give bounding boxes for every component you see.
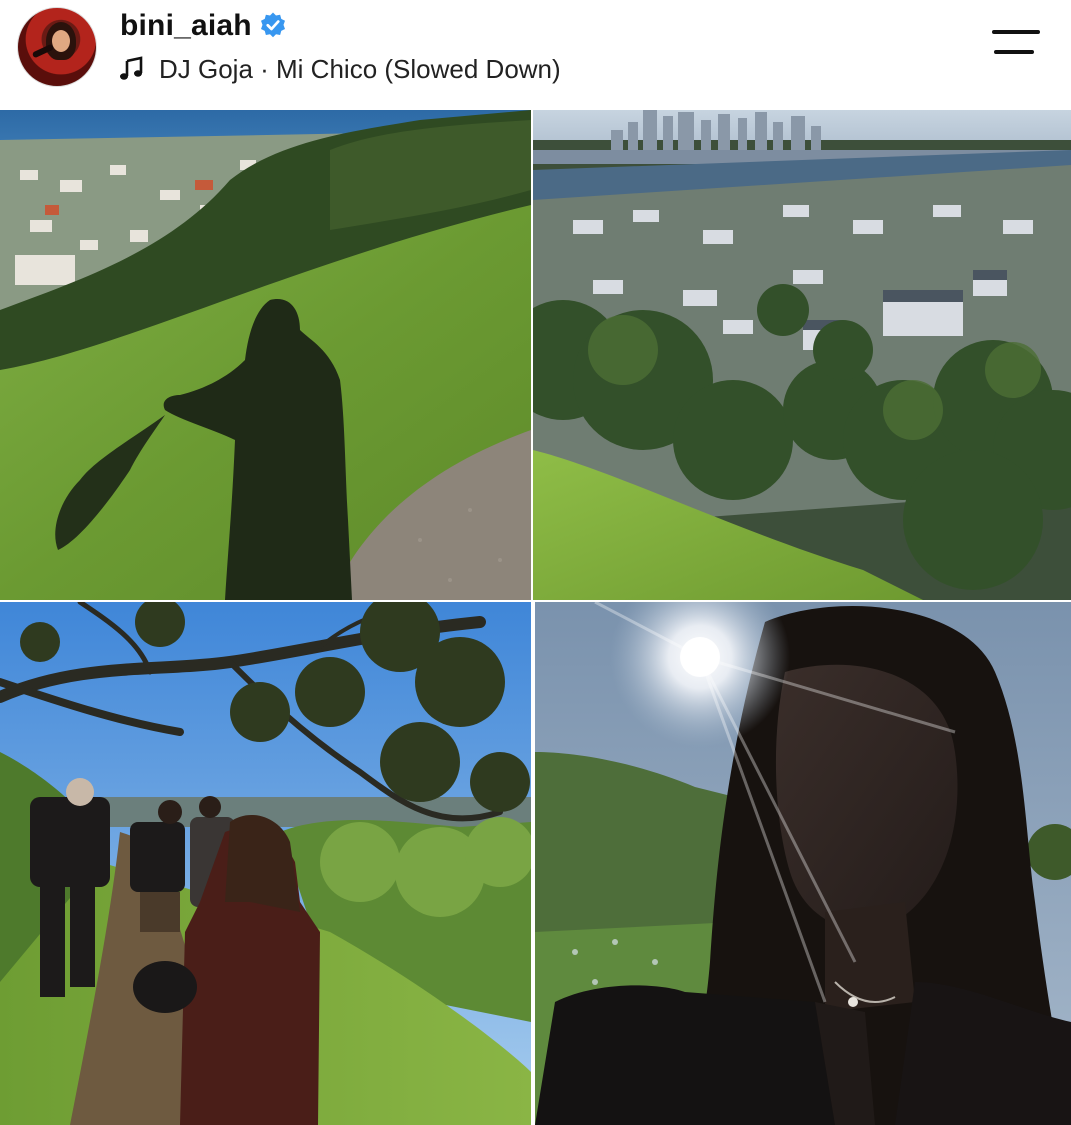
post-header: bini_aiah DJ Goja · Mi Chico (Slowed Dow… — [0, 0, 1071, 110]
profile-avatar[interactable] — [17, 7, 97, 87]
menu-button[interactable] — [988, 28, 1044, 60]
audio-row[interactable]: DJ Goja · Mi Chico (Slowed Down) — [119, 52, 561, 86]
photo-grid — [0, 110, 1071, 1125]
verified-badge-icon — [260, 12, 285, 38]
photo-3-group-hiking[interactable] — [0, 602, 531, 1125]
photo-2-image — [533, 110, 1071, 600]
menu-line — [994, 50, 1034, 54]
photo-4-selfie-sunburst[interactable] — [535, 602, 1071, 1125]
photo-1-image — [0, 110, 531, 600]
avatar-face — [52, 30, 70, 52]
photo-2-city-skyline[interactable] — [533, 110, 1071, 600]
username-row: bini_aiah — [120, 8, 288, 44]
photo-1-shadow-on-hill[interactable] — [0, 110, 531, 600]
audio-label: DJ Goja · Mi Chico (Slowed Down) — [159, 53, 561, 84]
photo-4-image — [535, 602, 1071, 1125]
music-note-icon — [120, 56, 143, 80]
username[interactable]: bini_aiah — [120, 9, 252, 43]
photo-3-image — [0, 602, 531, 1125]
menu-line — [992, 30, 1040, 34]
